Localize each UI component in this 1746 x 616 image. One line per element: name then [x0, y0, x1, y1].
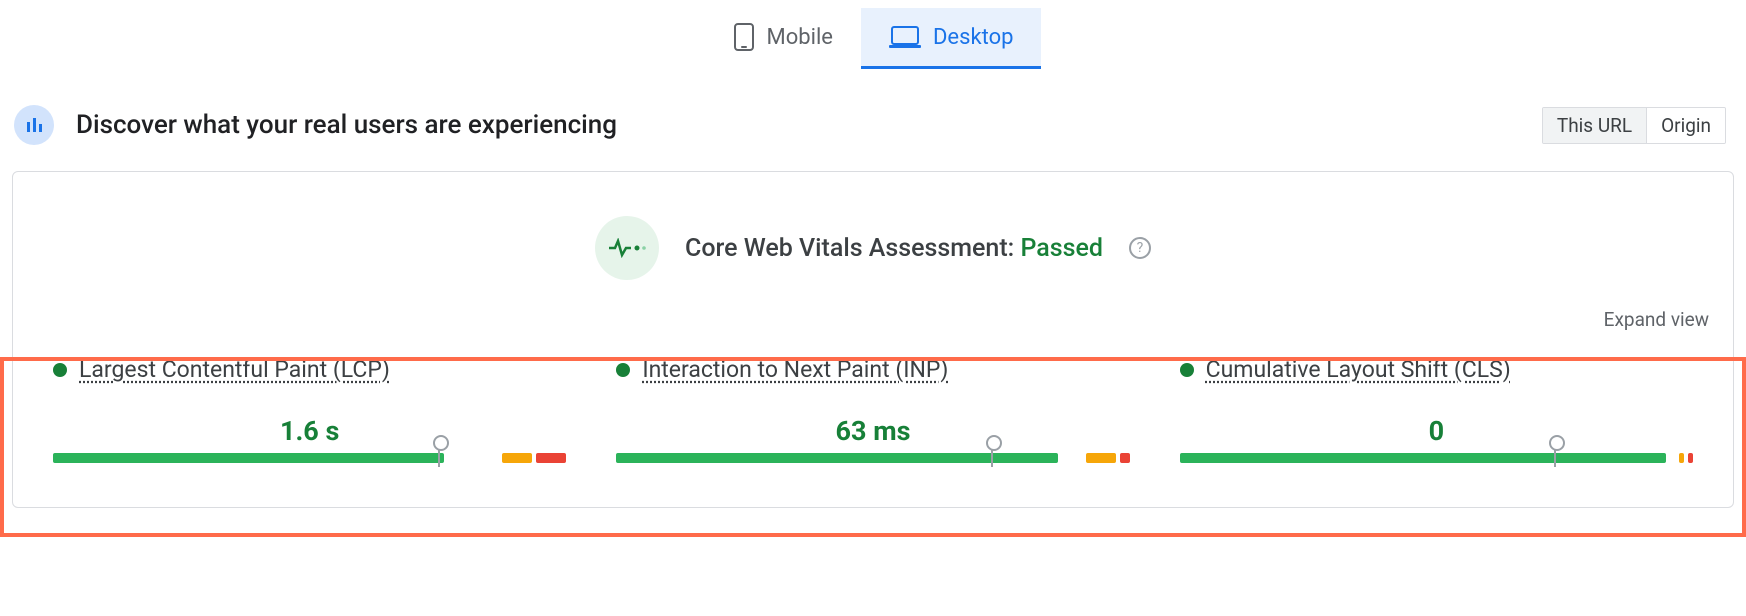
metric-lcp-bar — [53, 453, 566, 467]
tab-mobile[interactable]: Mobile — [705, 8, 861, 69]
status-dot-icon — [616, 363, 630, 377]
scope-toggle: This URL Origin — [1542, 107, 1726, 144]
header-left: Discover what your real users are experi… — [14, 105, 617, 145]
status-dot-icon — [1180, 363, 1194, 377]
metrics-row: Largest Contentful Paint (LCP) 1.6 s Int… — [13, 300, 1733, 467]
assessment-status: Passed — [1020, 234, 1103, 263]
desktop-icon — [889, 24, 921, 50]
metric-lcp-name[interactable]: Largest Contentful Paint (LCP) — [79, 356, 390, 383]
page-title: Discover what your real users are experi… — [76, 110, 617, 140]
pulse-icon — [595, 216, 659, 280]
vitals-card: Core Web Vitals Assessment: Passed ? Exp… — [12, 171, 1734, 508]
status-dot-icon — [53, 363, 67, 377]
metric-inp-bar — [616, 453, 1129, 467]
device-tabs: Mobile Desktop — [0, 0, 1746, 69]
tab-desktop-label: Desktop — [933, 25, 1014, 50]
scope-this-url-button[interactable]: This URL — [1543, 108, 1646, 143]
mobile-icon — [733, 22, 755, 52]
users-icon — [14, 105, 54, 145]
scope-origin-button[interactable]: Origin — [1646, 108, 1725, 143]
metric-lcp-value: 1.6 s — [53, 415, 566, 447]
metric-inp-name[interactable]: Interaction to Next Paint (INP) — [642, 356, 948, 383]
metric-cls: Cumulative Layout Shift (CLS) 0 — [1180, 356, 1693, 467]
tab-mobile-label: Mobile — [767, 25, 833, 50]
assessment-label: Core Web Vitals Assessment: Passed — [685, 234, 1103, 263]
marker-icon — [991, 443, 993, 467]
marker-icon — [438, 443, 440, 467]
metric-cls-value: 0 — [1180, 415, 1693, 447]
metric-inp-value: 63 ms — [616, 415, 1129, 447]
assessment-prefix: Core Web Vitals Assessment: — [685, 234, 1014, 263]
expand-view-button[interactable]: Expand view — [1604, 308, 1709, 331]
metric-lcp: Largest Contentful Paint (LCP) 1.6 s — [53, 356, 566, 467]
metric-cls-name[interactable]: Cumulative Layout Shift (CLS) — [1206, 356, 1511, 383]
marker-icon — [1554, 443, 1556, 467]
help-icon[interactable]: ? — [1129, 237, 1151, 259]
metric-inp: Interaction to Next Paint (INP) 63 ms — [616, 356, 1129, 467]
metric-cls-bar — [1180, 453, 1693, 467]
assessment-row: Core Web Vitals Assessment: Passed ? — [13, 172, 1733, 284]
tab-desktop[interactable]: Desktop — [861, 8, 1042, 69]
discover-header: Discover what your real users are experi… — [0, 69, 1746, 171]
